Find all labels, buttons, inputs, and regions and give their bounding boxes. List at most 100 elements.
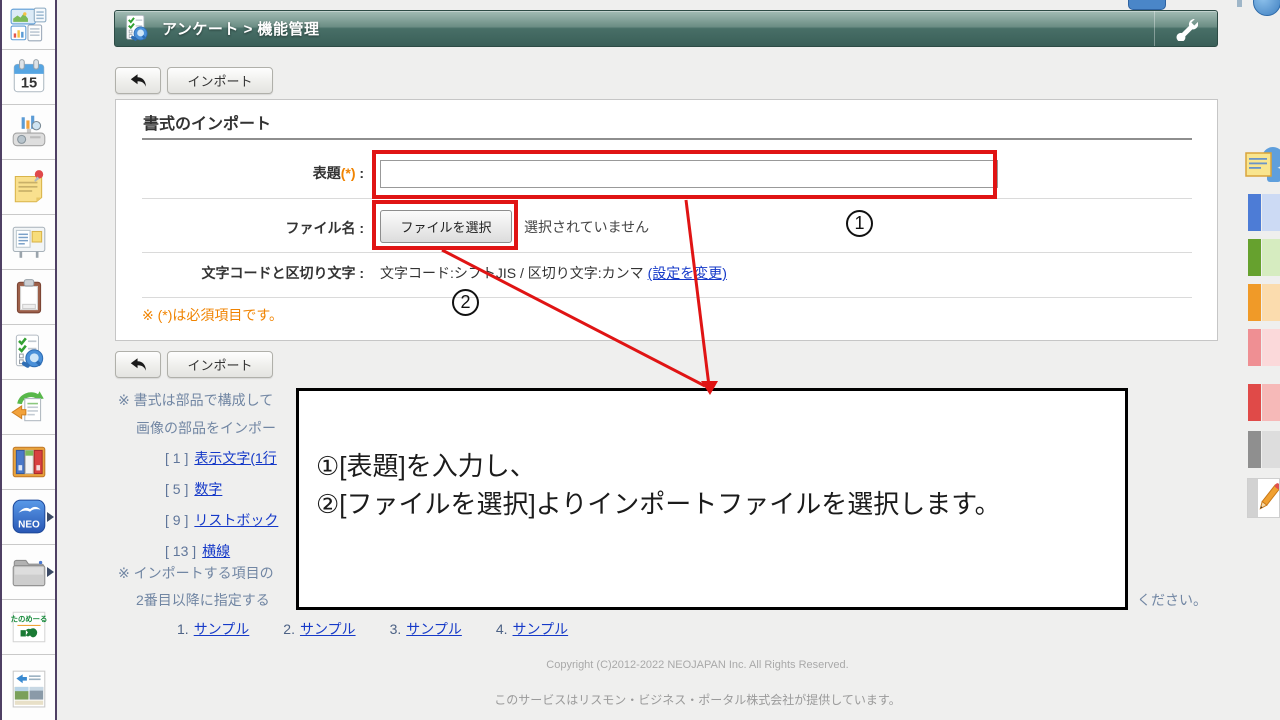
back-arrow-icon [129, 357, 147, 372]
pencil-icon [1258, 479, 1279, 517]
note-line-3: ※ インポートする項目の [118, 563, 274, 583]
part-link-hline[interactable]: 横線 [202, 543, 230, 559]
shortcut-tab-pink[interactable] [1248, 329, 1280, 366]
row-separator [142, 198, 1192, 199]
sidebar-item-tanomeru[interactable]: たのめーる [2, 600, 55, 655]
tab-red-icon [1248, 384, 1261, 421]
sample-link-3[interactable]: サンプル [406, 621, 462, 637]
sample-links-row: 1.サンプル 2.サンプル 3.サンプル 4.サンプル [177, 619, 568, 639]
left-app-sidebar: 15 [0, 0, 57, 720]
import-button-bottom[interactable]: インポート [167, 351, 273, 378]
import-button-top[interactable]: インポート [167, 67, 273, 94]
sidebar-item-neo[interactable]: NEO [2, 490, 55, 545]
shortcut-tab-blue[interactable] [1248, 194, 1280, 231]
callout-box: ①[表題]を入力し、 ②[ファイルを選択]よりインポートファイルを選択します。 [296, 388, 1128, 610]
part-list-item: [ 9 ]リストボック [165, 510, 278, 530]
memo-figure-icon [1245, 144, 1280, 188]
flyout-arrow-icon [47, 567, 54, 577]
neo-icon: NEO [9, 497, 49, 537]
charset-value: 文字コード:シフトJIS / 区切り文字:カンマ (設定を変更) [380, 263, 727, 283]
tab-pink-icon [1248, 329, 1261, 366]
sample-item: 2.サンプル [283, 619, 355, 639]
note-line-2: 画像の部品をインポー [136, 418, 276, 438]
note-line-4: 2番目以降に指定する [136, 590, 270, 610]
part-link-display-text[interactable]: 表示文字(1行 [194, 450, 276, 466]
binders-icon [9, 442, 49, 482]
change-settings-link[interactable]: (設定を変更) [648, 265, 727, 281]
shortcut-tab-red[interactable] [1248, 384, 1280, 421]
footer-copyright: Copyright (C)2012-2022 NEOJAPAN Inc. All… [160, 659, 1235, 671]
back-button-bottom[interactable] [115, 351, 161, 378]
part-list-item: [ 1 ]表示文字(1行 [165, 448, 277, 468]
tab-gray-body [1262, 431, 1280, 468]
form-title: 書式のインポート [143, 110, 271, 134]
ad-banner-icon [9, 668, 49, 708]
part-link-number[interactable]: 数字 [194, 481, 222, 497]
calendar-icon: 15 [9, 57, 49, 97]
title-field-label: 表題(*) : [116, 163, 368, 183]
sidebar-item-survey[interactable] [2, 325, 55, 380]
sidebar-item-cabinet[interactable] [2, 435, 55, 490]
sample-link-4[interactable]: サンプル [513, 621, 569, 637]
sidebar-item-ad-banner[interactable] [2, 655, 55, 720]
tab-blue-icon [1248, 194, 1261, 231]
sidebar-item-todo[interactable] [2, 270, 55, 325]
row-separator [142, 297, 1192, 298]
cutoff-blue-button-fragment [1128, 0, 1166, 10]
sidebar-item-schedule[interactable]: 15 [2, 50, 55, 105]
required-mark: (*) [341, 165, 356, 181]
survey-icon [9, 332, 49, 372]
title-underline [142, 138, 1192, 140]
settings-button[interactable] [1154, 11, 1217, 46]
tab-gray-icon [1248, 431, 1261, 468]
cutoff-sliver-fragment [1237, 0, 1242, 7]
title-input[interactable] [380, 160, 998, 188]
sidebar-item-presentation[interactable] [2, 105, 55, 160]
part-list-item: [ 13 ]横線 [165, 541, 230, 561]
tab-green-icon [1248, 239, 1261, 276]
back-arrow-icon [129, 73, 147, 88]
tab-blue-body [1262, 194, 1280, 231]
portal-icon [9, 5, 49, 45]
sidebar-item-folder[interactable] [2, 545, 55, 600]
tab-pink-body [1262, 329, 1280, 366]
tab-orange-body [1262, 284, 1280, 321]
screen: 15 [0, 0, 1280, 720]
tanomeru-icon: たのめーる [9, 607, 49, 647]
cutoff-blue-orb-fragment [1253, 0, 1280, 16]
module-header-bar: アンケート > 機能管理 [114, 10, 1218, 47]
callout-line-1: ①[表題]を入力し、 [316, 447, 1125, 485]
whiteboard-icon [9, 222, 49, 262]
shortcut-edit[interactable] [1247, 478, 1280, 518]
sidebar-item-infoboard[interactable] [2, 215, 55, 270]
part-link-listbox[interactable]: リストボック [194, 512, 278, 528]
filename-field-label: ファイル名 : [116, 218, 368, 238]
sidebar-item-circulation[interactable] [2, 380, 55, 435]
sidebar-item-memo[interactable] [2, 160, 55, 215]
pencil-bg [1248, 479, 1258, 517]
svg-text:NEO: NEO [18, 520, 40, 531]
back-button[interactable] [115, 67, 161, 94]
shortcut-memo-figure[interactable] [1245, 144, 1280, 193]
sample-link-2[interactable]: サンプル [300, 621, 356, 637]
import-button-label: インポート [187, 355, 252, 374]
file-select-status: 選択されていません [524, 217, 649, 237]
sample-item: 4.サンプル [496, 619, 568, 639]
shortcut-tab-gray[interactable] [1248, 431, 1280, 468]
file-select-button[interactable]: ファイルを選択 [380, 210, 512, 243]
sample-item: 3.サンプル [390, 619, 462, 639]
sample-link-1[interactable]: サンプル [194, 621, 250, 637]
sidebar-item-portal[interactable] [2, 0, 55, 50]
clipboard-icon [9, 277, 49, 317]
shortcut-tab-green[interactable] [1248, 239, 1280, 276]
svg-text:15: 15 [20, 76, 36, 92]
projector-icon [9, 112, 49, 152]
required-note: ※ (*)は必須項目です。 [142, 305, 283, 325]
shortcut-tab-orange[interactable] [1248, 284, 1280, 321]
svg-text:たのめーる: たのめーる [10, 615, 47, 624]
charset-field-label: 文字コードと区切り文字 : [116, 263, 368, 283]
tab-orange-icon [1248, 284, 1261, 321]
note-line-1: ※ 書式は部品で構成して [118, 390, 273, 410]
note-line-4-tail: ください。 [1137, 590, 1207, 610]
folder-icon [9, 552, 49, 592]
